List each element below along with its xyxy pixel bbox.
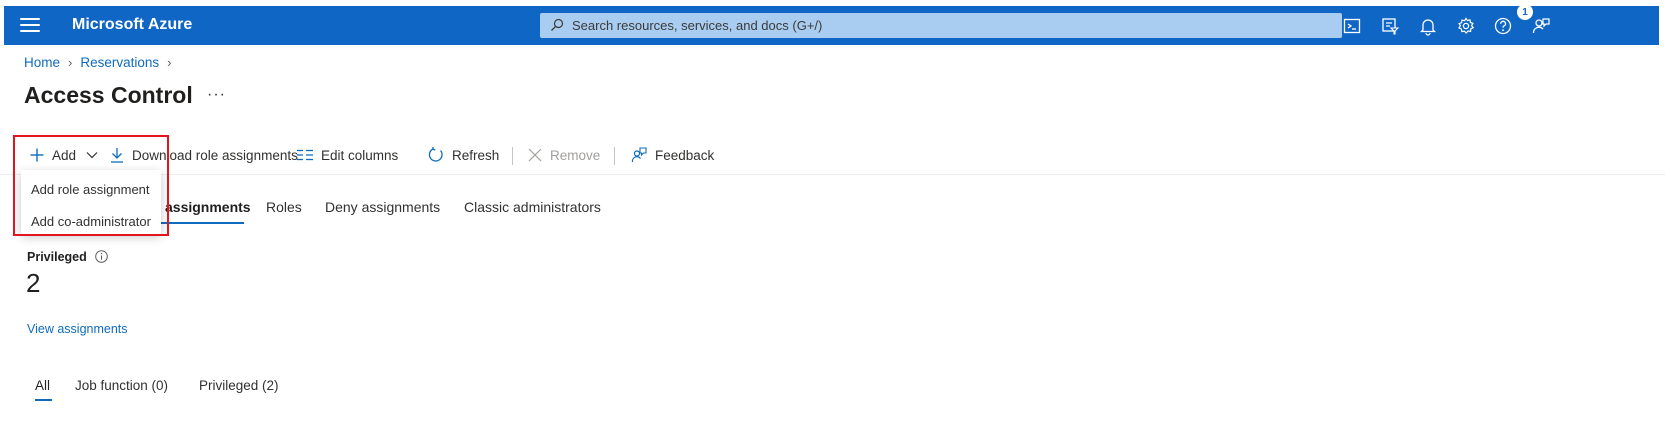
feedback-button[interactable]: Feedback	[631, 136, 714, 174]
search-icon	[551, 18, 564, 31]
feedback-label: Feedback	[655, 147, 715, 163]
settings-icon[interactable]	[1456, 16, 1476, 36]
breadcrumb-home[interactable]: Home	[24, 55, 60, 70]
breadcrumb: Home › Reservations ›	[24, 55, 180, 70]
brand-title[interactable]: Microsoft Azure	[72, 16, 192, 34]
menu-icon[interactable]	[20, 18, 40, 32]
highlight-box	[13, 135, 169, 236]
notifications-icon[interactable]	[1418, 16, 1438, 36]
edit-columns-label: Edit columns	[321, 147, 399, 163]
toolbar-divider	[512, 147, 513, 165]
edit-columns-button[interactable]: Edit columns	[297, 136, 398, 174]
chevron-right-icon: ›	[68, 55, 73, 70]
filter-tab-privileged[interactable]: Privileged (2)	[199, 378, 279, 393]
remove-label: Remove	[550, 147, 601, 163]
top-bar: Microsoft Azure Search resources, servic…	[0, 0, 1665, 46]
search-box[interactable]	[540, 13, 1342, 38]
filter-tab-job-function[interactable]: Job function (0)	[75, 378, 168, 393]
azure-header: Microsoft Azure	[4, 6, 1659, 45]
privileged-label: Privileged	[27, 250, 87, 264]
command-bar-divider	[0, 174, 1665, 175]
tab-classic-administrators[interactable]: Classic administrators	[464, 199, 601, 215]
privileged-count: 2	[26, 268, 41, 298]
tab-roles[interactable]: Roles	[266, 199, 302, 215]
directory-filter-icon[interactable]	[1380, 16, 1400, 36]
refresh-label: Refresh	[452, 147, 500, 163]
edit-columns-icon	[297, 149, 313, 161]
info-icon[interactable]	[95, 250, 108, 263]
notification-badge: 1	[1517, 4, 1533, 20]
view-assignments-link[interactable]: View assignments	[27, 322, 128, 336]
filter-tab-all[interactable]: All	[35, 378, 50, 393]
help-icon[interactable]	[1493, 16, 1513, 36]
remove-button[interactable]: Remove	[528, 136, 600, 174]
tab-role-assignments[interactable]: assignments	[165, 199, 251, 215]
more-options-icon[interactable]: ···	[207, 86, 226, 104]
refresh-button[interactable]: Refresh	[428, 136, 499, 174]
cloud-shell-icon[interactable]	[1342, 16, 1362, 36]
tab-deny-assignments[interactable]: Deny assignments	[325, 199, 440, 215]
feedback-icon	[631, 147, 647, 163]
page-title: Access Control	[24, 82, 193, 108]
breadcrumb-reservations[interactable]: Reservations	[80, 55, 159, 70]
toolbar-divider	[614, 147, 615, 165]
refresh-icon	[428, 147, 443, 162]
active-filter-indicator	[35, 399, 52, 401]
command-bar: Add Download role assignments Edit colum…	[0, 136, 1665, 174]
feedback-icon[interactable]	[1531, 16, 1551, 36]
chevron-right-icon: ›	[167, 55, 172, 70]
search-input[interactable]	[572, 13, 1332, 38]
close-icon	[528, 148, 542, 162]
